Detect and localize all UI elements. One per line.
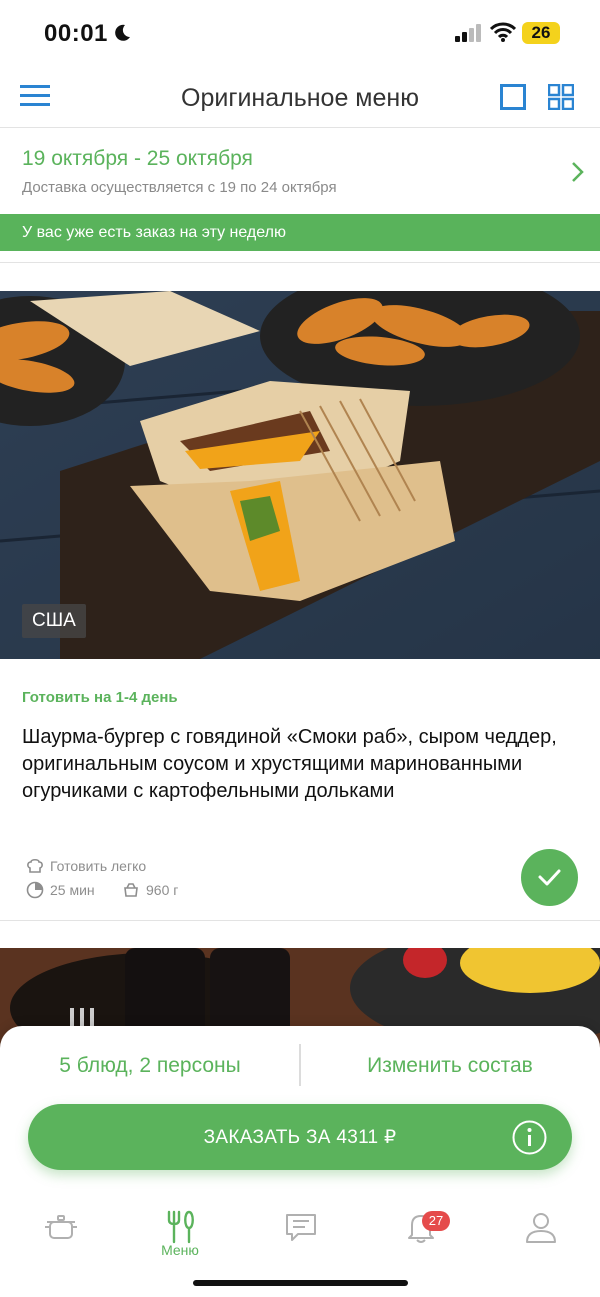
cook-time: 25 мин [26, 880, 95, 900]
user-icon [526, 1213, 556, 1243]
pot-icon [45, 1215, 77, 1239]
cook-period: Готовить на 1-4 день [22, 689, 178, 706]
box-icon [124, 883, 138, 897]
existing-order-notice: У вас уже есть заказ на эту неделю [0, 214, 600, 251]
dish-selected-toggle[interactable] [521, 849, 578, 906]
cook-time-label: 25 мин [50, 882, 95, 898]
info-icon[interactable] [512, 1120, 547, 1155]
app-header: Оригинальное меню [0, 66, 600, 128]
tab-notifications[interactable]: 27 [380, 1206, 460, 1266]
difficulty: Готовить легко [26, 856, 146, 876]
home-indicator [193, 1280, 408, 1286]
tab-chat[interactable] [260, 1206, 340, 1266]
chat-icon [286, 1214, 316, 1241]
dish-title[interactable]: Шаурма-бургер с говядиной «Смоки раб», с… [22, 724, 562, 805]
divider [0, 262, 600, 263]
single-view-icon[interactable] [500, 84, 526, 110]
tab-cook[interactable] [20, 1206, 100, 1266]
week-range: 19 октября - 25 октября [22, 147, 253, 170]
signal-icon [455, 24, 481, 42]
dish-photo[interactable] [0, 291, 600, 659]
grid-view-icon[interactable] [548, 84, 574, 110]
delivery-info: Доставка осуществляется с 19 по 24 октяб… [22, 179, 337, 196]
divider [0, 920, 600, 921]
dishes-count-button[interactable]: 5 блюд, 2 персоны [0, 1054, 300, 1078]
status-bar: 00:01 26 [0, 0, 600, 66]
check-icon [538, 869, 561, 886]
country-badge: США [22, 604, 86, 638]
weight-label: 960 г [146, 882, 179, 898]
week-selector[interactable]: 19 октября - 25 октября Доставка осущест… [0, 129, 600, 213]
order-button[interactable]: ЗАКАЗАТЬ ЗА 4311 ₽ [28, 1104, 572, 1170]
moon-icon [115, 24, 130, 41]
wifi-icon [490, 22, 516, 42]
change-set-button[interactable]: Изменить состав [300, 1054, 600, 1078]
tab-menu-label: Меню [161, 1242, 199, 1258]
tab-menu[interactable]: Меню [140, 1206, 220, 1266]
clock-icon [26, 881, 44, 899]
order-button-label: ЗАКАЗАТЬ ЗА 4311 ₽ [203, 1127, 397, 1148]
chef-hat-icon [27, 858, 43, 873]
weight: 960 г [122, 880, 178, 900]
battery-indicator: 26 [522, 22, 560, 44]
fork-knife-icon [167, 1210, 194, 1244]
tab-profile[interactable] [500, 1206, 580, 1266]
chevron-right-icon [572, 162, 584, 182]
status-time: 00:01 [44, 20, 108, 47]
notifications-badge: 27 [422, 1211, 450, 1231]
difficulty-label: Готовить легко [50, 858, 147, 874]
